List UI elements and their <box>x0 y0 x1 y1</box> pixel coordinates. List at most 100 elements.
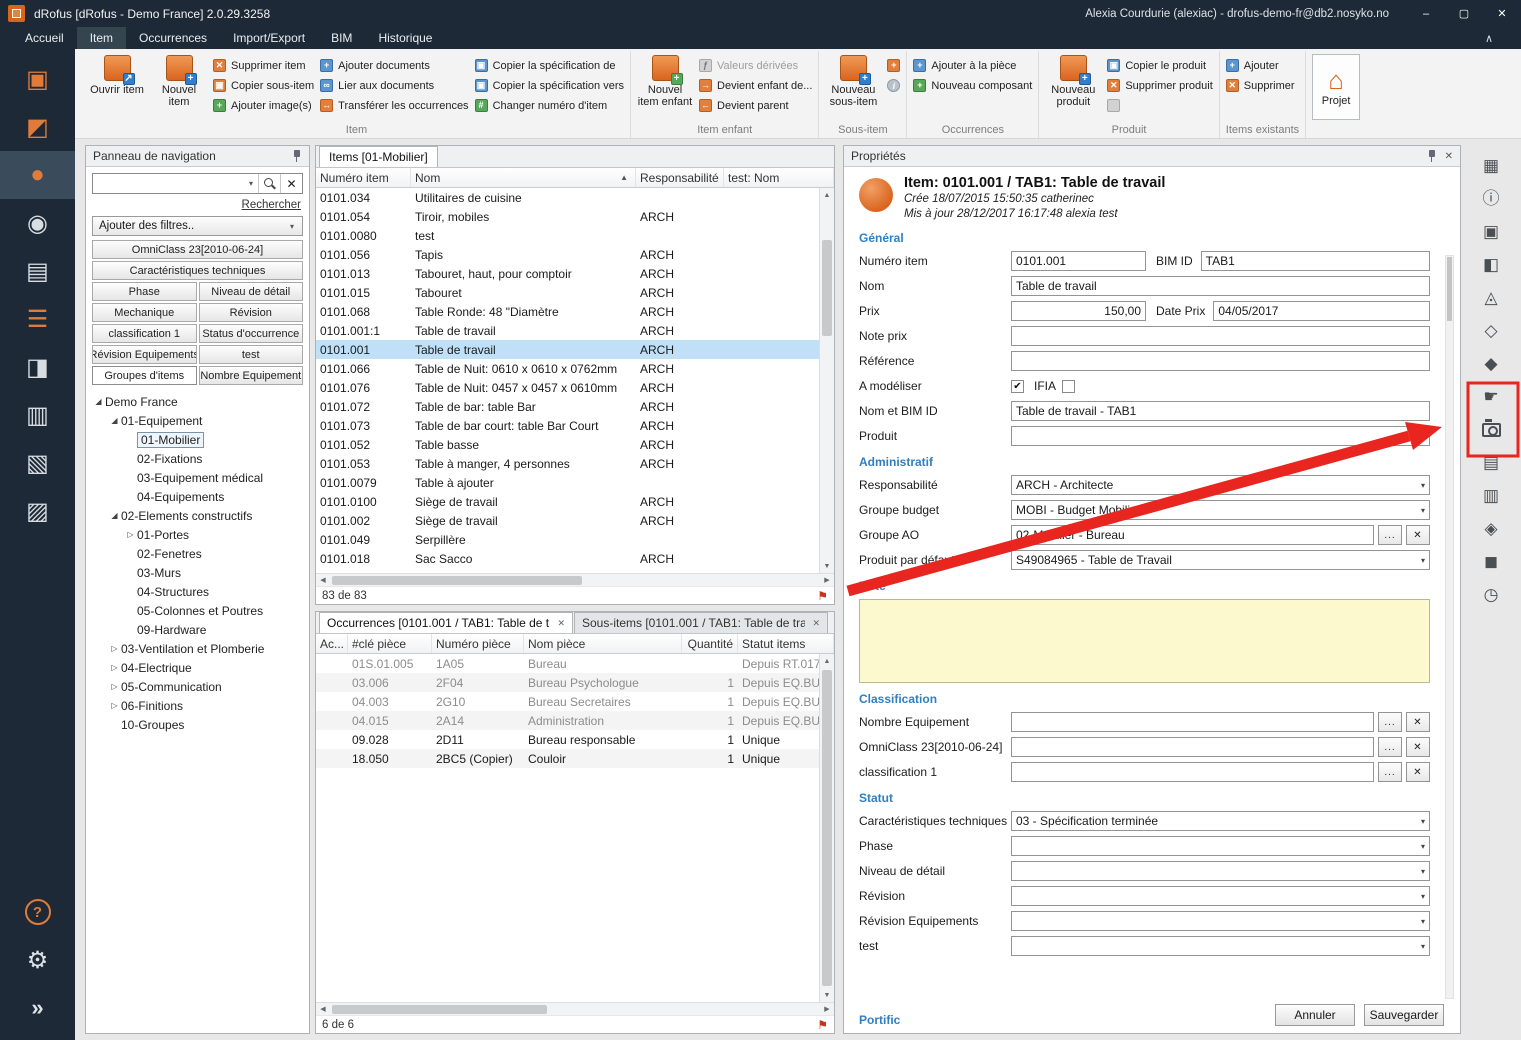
tree-item[interactable]: 09-Hardware <box>86 620 309 639</box>
right-tool-button[interactable]: ▤ <box>1473 448 1509 477</box>
tree-item[interactable]: ▷ 06-Finitions <box>86 696 309 715</box>
note-prix-field[interactable] <box>1011 326 1430 346</box>
filter-button[interactable]: Révision Equipements <box>92 345 197 364</box>
pin-icon[interactable] <box>292 149 302 163</box>
right-tool-button[interactable]: ▥ <box>1473 481 1509 510</box>
filter-button[interactable]: test <box>199 345 304 364</box>
properties-scrollbar[interactable] <box>1445 255 1454 999</box>
tree-expander-icon[interactable]: ▷ <box>108 644 121 653</box>
collapse-ribbon-icon[interactable]: ∧ <box>1485 27 1507 49</box>
ifia-checkbox[interactable] <box>1062 380 1075 393</box>
tree-item[interactable]: 02-Fenetres <box>86 544 309 563</box>
ribbon-tab[interactable]: Accueil <box>12 27 77 49</box>
note-textarea[interactable] <box>859 599 1430 683</box>
copy-spec-from-button[interactable]: ▣Copier la spécification de <box>475 58 624 73</box>
clear-field-button[interactable]: ✕ <box>1406 525 1430 545</box>
clear-field-button[interactable]: ✕ <box>1406 737 1430 757</box>
close-button[interactable]: ✕ <box>1483 0 1521 27</box>
tree-expander-icon[interactable]: ◢ <box>92 397 105 406</box>
prix-field[interactable]: 150,00 <box>1011 301 1146 321</box>
sidebar-module-button[interactable]: ◩ <box>0 103 75 151</box>
sidebar-module-button[interactable]: ▨ <box>0 487 75 535</box>
responsabilite-select[interactable]: ARCH - Architecte▾ <box>1011 475 1430 495</box>
column-header-responsabilite[interactable]: Responsabilité <box>636 168 724 187</box>
product-extra-button[interactable] <box>1107 98 1212 113</box>
add-documents-button[interactable]: +Ajouter documents <box>320 58 468 73</box>
minimize-button[interactable]: – <box>1407 0 1445 27</box>
new-subitem-button[interactable]: + Nouveau sous-item <box>825 51 881 115</box>
scroll-down-icon[interactable]: ▼ <box>820 559 834 573</box>
filter-button[interactable]: Phase <box>92 282 197 301</box>
reference-field[interactable] <box>1011 351 1430 371</box>
right-tool-button[interactable]: ◆ <box>1473 349 1509 378</box>
scroll-right-icon[interactable]: ▶ <box>820 1003 834 1015</box>
produit-par-defaut-select[interactable]: S49084965 - Table de Travail▾ <box>1011 550 1430 570</box>
occurrence-row[interactable]: 01S.01.005 1A05 Bureau Depuis RT.017 <box>316 654 819 673</box>
add-to-room-button[interactable]: +Ajouter à la pièce <box>913 58 1032 73</box>
tree-expander-icon[interactable]: ◢ <box>108 511 121 520</box>
numero-item-field[interactable]: 0101.001 <box>1011 251 1146 271</box>
sidebar-module-button[interactable]: ● <box>0 151 75 199</box>
item-row[interactable]: 0101.066 Table de Nuit: 0610 x 0610 x 07… <box>316 359 819 378</box>
search-options-caret-icon[interactable]: ▾ <box>249 179 255 188</box>
occurrences-horizontal-scrollbar[interactable]: ◀ ▶ <box>316 1002 834 1015</box>
right-tool-button[interactable]: ◼ <box>1473 547 1509 576</box>
right-tool-button[interactable]: ▦ <box>1473 151 1509 180</box>
item-row[interactable]: 0101.073 Table de bar court: table Bar C… <box>316 416 819 435</box>
filter-button[interactable]: Niveau de détail <box>199 282 304 301</box>
remove-existing-button[interactable]: ✕Supprimer <box>1226 78 1295 93</box>
copy-subitem-button[interactable]: ▣Copier sous-item <box>213 78 314 93</box>
scroll-up-icon[interactable]: ▲ <box>820 654 834 668</box>
scrollbar-thumb[interactable] <box>1447 257 1452 321</box>
item-row[interactable]: 0101.015 Tabouret ARCH <box>316 283 819 302</box>
right-tool-button[interactable]: ◧ <box>1473 250 1509 279</box>
become-parent-button[interactable]: ←Devient parent <box>699 98 812 113</box>
right-tool-button[interactable]: ☛ <box>1473 382 1509 411</box>
search-button[interactable] <box>258 174 280 193</box>
tree-item[interactable]: ◢ 01-Equipement <box>86 411 309 430</box>
tree-item[interactable]: ▷ 05-Communication <box>86 677 309 696</box>
sidebar-bottom-button[interactable]: ⚙ <box>0 936 75 984</box>
tree-expander-icon[interactable]: ◢ <box>108 416 121 425</box>
scrollbar-thumb[interactable] <box>822 670 832 986</box>
column-header-quantite[interactable]: Quantité <box>682 634 738 653</box>
item-row[interactable]: 0101.076 Table de Nuit: 0457 x 0457 x 06… <box>316 378 819 397</box>
tree-item[interactable]: 03-Murs <box>86 563 309 582</box>
items-tab[interactable]: Items [01-Mobilier] <box>319 146 438 167</box>
subitem-add-button[interactable]: + <box>887 58 900 73</box>
clear-field-button[interactable]: ✕ <box>1406 712 1430 732</box>
transfer-occurrences-button[interactable]: ↔Transférer les occurrences <box>320 98 468 113</box>
save-button[interactable]: Sauvegarder <box>1364 1004 1444 1026</box>
new-item-button[interactable]: + Nouvel item <box>151 51 207 115</box>
occurrence-row[interactable]: 04.003 2G10 Bureau Secretaires 1 Depuis … <box>316 692 819 711</box>
statut-select[interactable]: ▾ <box>1011 936 1430 956</box>
tree-item[interactable]: 01-Mobilier <box>86 430 309 449</box>
tree-expander-icon[interactable]: ▷ <box>108 682 121 691</box>
statut-select[interactable]: ▾ <box>1011 911 1430 931</box>
right-tool-button[interactable] <box>1473 415 1509 444</box>
tree-expander-icon[interactable]: ▷ <box>108 701 121 710</box>
add-images-button[interactable]: +Ajouter image(s) <box>213 98 314 113</box>
filter-button[interactable]: Révision <box>199 303 304 322</box>
scroll-left-icon[interactable]: ◀ <box>316 1003 330 1015</box>
tree-expander-icon[interactable]: ▷ <box>108 663 121 672</box>
item-row[interactable]: 0101.053 Table à manger, 4 personnes ARC… <box>316 454 819 473</box>
filter-button[interactable]: classification 1 <box>92 324 197 343</box>
sidebar-module-button[interactable]: ▥ <box>0 391 75 439</box>
filter-button[interactable]: Status d'occurrence <box>199 324 304 343</box>
new-component-button[interactable]: +Nouveau composant <box>913 78 1032 93</box>
right-tool-button[interactable]: ▣ <box>1473 217 1509 246</box>
occurrence-row[interactable]: 09.028 2D11 Bureau responsable 1 Unique <box>316 730 819 749</box>
tree-item[interactable]: 10-Groupes <box>86 715 309 734</box>
scrollbar-thumb[interactable] <box>332 1005 547 1014</box>
sidebar-module-button[interactable]: ◉ <box>0 199 75 247</box>
right-tool-button[interactable]: ◬ <box>1473 283 1509 312</box>
item-row[interactable]: 0101.0100 Siège de travail ARCH <box>316 492 819 511</box>
item-row[interactable]: 0101.034 Utilitaires de cuisine <box>316 188 819 207</box>
occurrence-row[interactable]: 03.006 2F04 Bureau Psychologue 1 Depuis … <box>316 673 819 692</box>
ribbon-tab[interactable]: Historique <box>365 27 445 49</box>
add-existing-button[interactable]: +Ajouter <box>1226 58 1295 73</box>
filter-button[interactable]: Caractéristiques techniques <box>92 261 303 280</box>
column-header-nom[interactable]: Nom▲ <box>411 168 636 187</box>
maximize-button[interactable]: ▢ <box>1445 0 1483 27</box>
